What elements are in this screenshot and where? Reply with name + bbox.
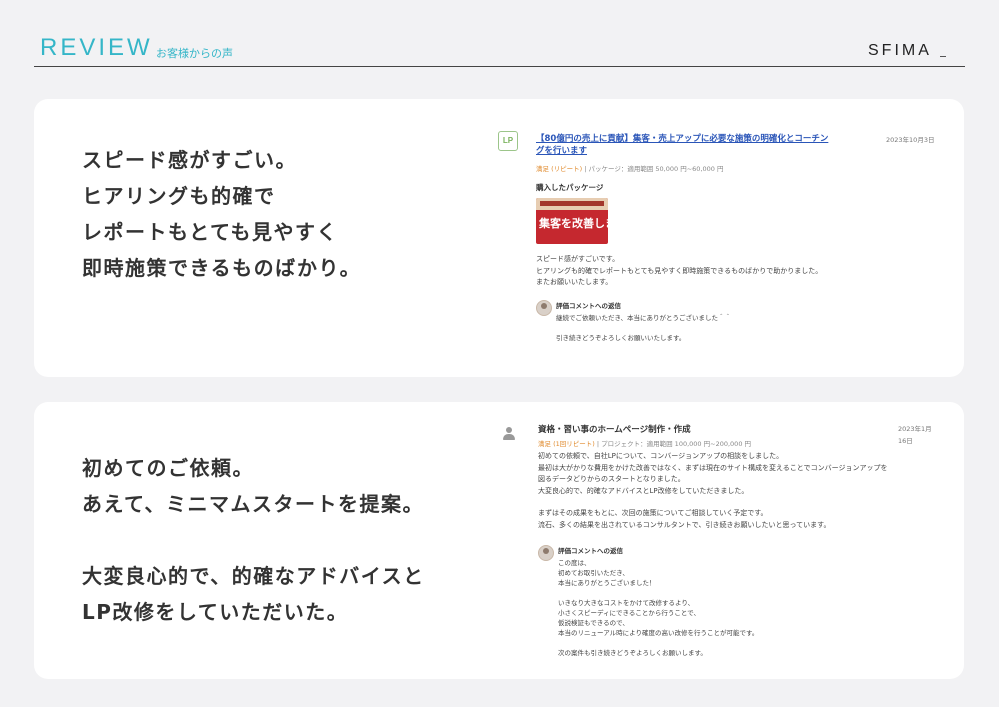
brand-logo-mark (940, 56, 946, 57)
review-date: 2023年10月3日 (886, 136, 935, 144)
headline-line: あえて、ミニマムスタートを提案。 (82, 492, 424, 516)
headline-line: 初めてのご依頼。 (82, 456, 254, 480)
headline-line: レポートもとても見やすく (82, 220, 338, 244)
review-body-line: 大変良心的で、的確なアドバイスとLP改修をしていただきました。 (538, 486, 749, 495)
reply-body: 継続でご依頼いただき、本当にありがとうございました＾＾ 引き続きどうぞよろしくお… (556, 313, 731, 343)
satisfaction-badge: 満足 (リピート) (536, 165, 583, 173)
satisfaction-badge: 満足 (1回リピート) (538, 440, 595, 448)
headline-line: スピード感がすごい。 (82, 148, 297, 172)
header-divider (34, 66, 965, 67)
avatar (536, 300, 552, 316)
review-meta: 満足 (1回リピート) | プロジェクト：適用範囲 100,000 円~200,… (538, 439, 751, 451)
review-body-line: まずはその成果をもとに、次回の施策についてご相談していく予定です。 (538, 509, 768, 517)
listing-title[interactable]: 資格・習い事のホームページ制作・作成 (538, 424, 838, 436)
package-thumbnail[interactable]: 集客を改善します (536, 198, 608, 244)
service-logo-icon: LP (498, 131, 518, 151)
reply-line: 初めてお取引いただき、 (558, 569, 629, 577)
headline-line: LP改修をしていただいた。 (82, 600, 349, 624)
user-icon (502, 427, 516, 441)
page-title: REVIEW (40, 34, 153, 61)
reply-line: いきなり大きなコストをかけて改修するより、 (558, 599, 695, 607)
reply-line: 本当のリニューアル時により確度の高い改修を行うことが可能です。 (558, 629, 759, 637)
package-label: 購入したパッケージ (536, 183, 604, 192)
page-subtitle: お客様からの声 (156, 47, 233, 60)
review-body-line: 流石、多くの結果を出されているコンサルタントで、引き続きお願いしたいと思っていま… (538, 520, 831, 529)
headline-line: 即時施策できるものばかり。 (82, 256, 362, 280)
review-headline: スピード感がすごい。 ヒアリングも的確で レポートもとても見やすく 即時施策でき… (82, 142, 361, 286)
price-range: | プロジェクト：適用範囲 100,000 円~200,000 円 (596, 440, 752, 448)
reply-label: 評価コメントへの返信 (556, 302, 621, 310)
reply-line: 継続でご依頼いただき、本当にありがとうございました＾＾ (556, 314, 732, 322)
review-screenshot: LP 【80億円の売上に貢献】集客・売上アップに必要な施策の明確化とコーチングを… (498, 127, 938, 357)
headline-line: 大変良心的で、的確なアドバイスと (82, 564, 425, 588)
headline-line: ヒアリングも的確で (82, 184, 276, 208)
review-card-1: スピード感がすごい。 ヒアリングも的確で レポートもとても見やすく 即時施策でき… (34, 99, 964, 377)
review-body: 初めての依頼で、自社LPについて、コンバージョンアップの相談をしました。 最初は… (538, 451, 887, 531)
review-date: 2023年1月16日 (898, 425, 932, 445)
reply-line: この度は、 (558, 559, 591, 567)
reply-line: 引き続きどうぞよろしくお願いいたします。 (556, 334, 686, 342)
review-body-line: 初めての依頼で、自社LPについて、コンバージョンアップの相談をしました。 (538, 452, 784, 460)
reply-line: 仮説検証もできるので、 (558, 619, 629, 627)
package-thumbnail-text: 集客を改善します (539, 217, 608, 230)
reply-line: 本当にありがとうございました！ (558, 579, 656, 587)
reply-line: 小さくスピーディにできることから行うことで、 (558, 609, 700, 617)
page-header: REVIEW お客様からの声 SFIMA (0, 0, 999, 70)
review-headline: 初めてのご依頼。 あえて、ミニマムスタートを提案。 大変良心的で、的確なアドバイ… (82, 450, 425, 630)
avatar (538, 545, 554, 561)
reply-line: 次の案件も引き続きどうぞよろしくお願いします。 (558, 649, 707, 657)
review-body-line: ヒアリングも的確でレポートもとても見やすく即時施策できるものばかりで助かりました… (536, 266, 823, 275)
review-screenshot: 資格・習い事のホームページ制作・作成 2023年1月16日 満足 (1回リピート… (498, 417, 938, 667)
review-body-line: またお願いいたします。 (536, 278, 613, 286)
review-body-line: 図るデータどりからのスタートとなりました。 (538, 475, 685, 483)
reply-body: この度は、 初めてお取引いただき、 本当にありがとうございました！ いきなり大き… (558, 558, 758, 658)
brand-logo: SFIMA (868, 42, 932, 59)
review-body-line: 最初は大がかりな費用をかけた改善ではなく、まずは現在のサイト構成を変えることでコ… (538, 463, 888, 472)
review-body: スピード感がすごいです。 ヒアリングも的確でレポートもとても見やすく即時施策でき… (536, 254, 822, 289)
listing-title-link[interactable]: 【80億円の売上に貢献】集客・売上アップに必要な施策の明確化とコーチングを行いま… (536, 133, 836, 157)
review-meta: 満足 (リピート) | パッケージ：適用範囲 50,000 円~60,000 円 (536, 164, 723, 176)
reply-label: 評価コメントへの返信 (558, 547, 623, 555)
review-card-2: 初めてのご依頼。 あえて、ミニマムスタートを提案。 大変良心的で、的確なアドバイ… (34, 402, 964, 679)
review-body-line: スピード感がすごいです。 (536, 255, 620, 263)
price-range: | パッケージ：適用範囲 50,000 円~60,000 円 (584, 165, 724, 173)
